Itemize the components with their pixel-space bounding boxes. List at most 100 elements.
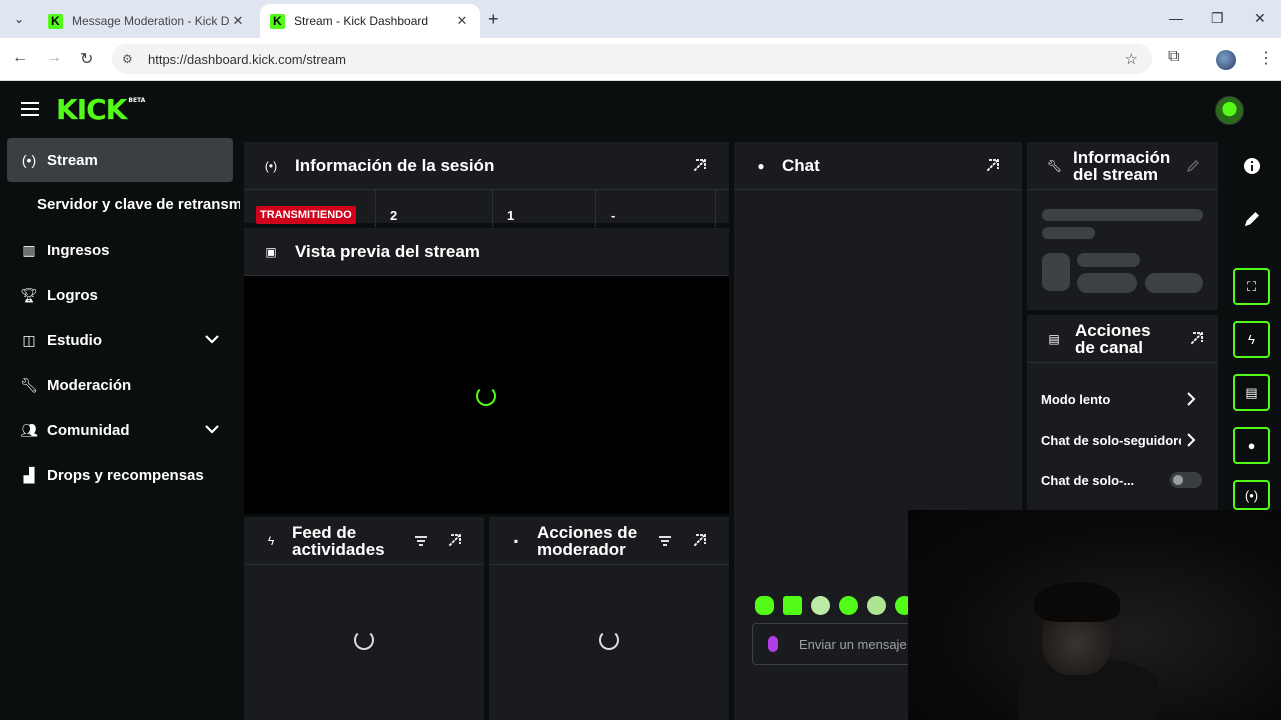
panel-title: Chat — [782, 156, 820, 175]
chat-button[interactable]: ● — [1233, 427, 1270, 464]
bookmark-star-icon[interactable]: ☆ — [1125, 50, 1138, 68]
sidebar-item-logros[interactable]: 🏆︎ Logros — [7, 273, 233, 317]
activity-feed-header: ϟ Feed de actividades — [244, 517, 484, 565]
browser-menu-icon[interactable]: ⋮ — [1258, 48, 1274, 68]
filter-icon[interactable] — [414, 535, 428, 547]
sidebar-item-label: Drops y recompensas — [47, 466, 204, 484]
browser-tab-stream[interactable]: Stream - Kick Dashboard ✕ — [260, 4, 480, 38]
browser-address-bar: ← → ↻ ⚙ https://dashboard.kick.com/strea… — [0, 38, 1281, 81]
sidebar-item-comunidad[interactable]: 👥︎ Comunidad — [7, 408, 233, 452]
extensions-icon[interactable]: ⧉ — [1168, 48, 1179, 66]
notes-button[interactable]: ▤ — [1233, 374, 1270, 411]
site-info-icon[interactable]: ⚙ — [122, 52, 138, 66]
wrench-icon: 🔧︎ — [1047, 158, 1063, 173]
quick-actions-button[interactable]: ϟ — [1233, 321, 1270, 358]
close-tab-icon[interactable]: ✕ — [454, 13, 470, 29]
tab-title: Stream - Kick Dashboard — [294, 14, 429, 28]
panel-title: Feed de actividades — [292, 522, 385, 559]
edit-pencil-icon — [1244, 211, 1259, 226]
back-icon[interactable]: ← — [12, 49, 28, 67]
stream-preview-panel: ▣ Vista previa del stream — [244, 228, 729, 276]
sidebar-item-drops[interactable]: ▟ Drops y recompensas — [7, 453, 233, 497]
stream-preview-video[interactable] — [244, 276, 729, 514]
reload-icon[interactable]: ↻ — [80, 49, 93, 69]
sidebar-item-label: Comunidad — [47, 421, 130, 439]
kick-logo[interactable]: KICK BETA — [56, 93, 145, 126]
video-icon: ▣ — [265, 244, 277, 259]
users-icon: 👥︎ — [20, 421, 38, 438]
loading-spinner-icon — [599, 630, 619, 650]
loading-spinner-icon — [476, 386, 496, 406]
popout-icon[interactable] — [1188, 331, 1204, 347]
webcam-overlay — [908, 510, 1281, 720]
emote-icon[interactable] — [755, 596, 774, 615]
browser-tab-message-moderation[interactable]: Message Moderation - Kick Da ✕ — [38, 4, 256, 38]
emote-icon[interactable] — [811, 596, 830, 615]
sidebar-item-estudio[interactable]: ◫ Estudio — [7, 318, 233, 362]
sidebar-item-stream[interactable]: (•) Stream — [7, 138, 233, 182]
tab-title: Message Moderation - Kick Da — [72, 14, 230, 28]
info-icon — [1243, 157, 1260, 174]
url-field[interactable]: ⚙ https://dashboard.kick.com/stream ☆ — [112, 44, 1152, 74]
emote-icon[interactable] — [867, 596, 886, 615]
popout-icon[interactable] — [691, 158, 707, 174]
chat-input-field[interactable] — [799, 633, 921, 655]
chat-header: ● Chat — [734, 142, 1022, 190]
chevron-right-icon[interactable] — [1184, 392, 1198, 406]
loading-spinner-icon — [354, 630, 374, 650]
panel-title: Información de la sesión — [295, 156, 495, 175]
kick-favicon-icon — [48, 13, 63, 29]
edit-pencil-icon[interactable] — [1186, 159, 1200, 173]
chat-message-input[interactable] — [752, 623, 922, 665]
popout-icon[interactable] — [446, 533, 462, 549]
chevron-down-icon[interactable] — [203, 330, 221, 348]
browser-profile-avatar[interactable] — [1216, 50, 1236, 70]
session-info-header: (•) Información de la sesión — [244, 142, 729, 190]
subscribers-only-toggle[interactable] — [1170, 472, 1202, 488]
broadcast-icon: (•) — [1244, 487, 1259, 503]
slow-mode-row[interactable]: Modo lento — [1041, 392, 1203, 412]
loading-skeleton — [1077, 273, 1137, 293]
focus-icon: ⛶ — [1246, 278, 1257, 294]
lightning-icon: ϟ — [1248, 332, 1255, 347]
chevron-right-icon[interactable] — [1184, 433, 1198, 447]
minimize-icon[interactable]: — — [1169, 10, 1183, 26]
popout-icon[interactable] — [691, 533, 707, 549]
microphone-icon[interactable] — [768, 636, 778, 652]
moderator-actions-header: ▪ Acciones de moderador — [489, 517, 729, 565]
info-button[interactable] — [1233, 147, 1270, 184]
screenshot-button[interactable]: ⛶ — [1233, 268, 1270, 305]
sidebar-item-stream-key[interactable]: Servidor y clave de retransmisión — [37, 196, 240, 213]
stat-followers: 1 — [493, 190, 596, 227]
loading-skeleton — [1077, 253, 1140, 267]
sidebar-item-moderacion[interactable]: 🔧︎ Moderación — [7, 363, 233, 407]
sidebar-item-ingresos[interactable]: ▥ Ingresos — [7, 228, 233, 272]
forward-icon[interactable]: → — [46, 49, 62, 67]
edit-button[interactable] — [1233, 200, 1270, 237]
sidebar-item-label: Ingresos — [47, 241, 110, 259]
stat-other: - — [596, 190, 716, 227]
followers-only-row[interactable]: Chat de solo-seguidores — [1041, 433, 1181, 453]
panel-title: Acciones de canal — [1075, 320, 1151, 357]
stream-preview-header: ▣ Vista previa del stream — [244, 228, 729, 276]
filter-icon[interactable] — [658, 535, 672, 547]
broadcast-icon: (•) — [21, 152, 37, 168]
maximize-icon[interactable]: ❐ — [1211, 10, 1224, 27]
chevron-down-icon[interactable] — [203, 420, 221, 438]
new-tab-icon[interactable]: + — [488, 9, 499, 30]
stat-viewers: 2 — [376, 190, 493, 227]
url-text: https://dashboard.kick.com/stream — [148, 51, 346, 67]
chat-bubble-icon: ● — [757, 158, 765, 173]
tab-search-icon[interactable]: ⌄ — [8, 8, 30, 30]
emote-icon[interactable] — [783, 596, 802, 615]
shield-icon: ▪ — [513, 533, 519, 548]
hamburger-menu-icon[interactable] — [21, 102, 39, 116]
close-tab-icon[interactable]: ✕ — [230, 13, 246, 29]
broadcast-button[interactable]: (•) — [1233, 480, 1270, 510]
popout-icon[interactable] — [984, 158, 1000, 174]
user-avatar[interactable] — [1215, 96, 1244, 125]
emote-icon[interactable] — [839, 596, 858, 615]
subscribers-only-row[interactable]: Chat de solo-... — [1041, 473, 1161, 493]
sidebar-item-label: Estudio — [47, 331, 102, 349]
window-close-icon[interactable]: ✕ — [1254, 10, 1266, 27]
